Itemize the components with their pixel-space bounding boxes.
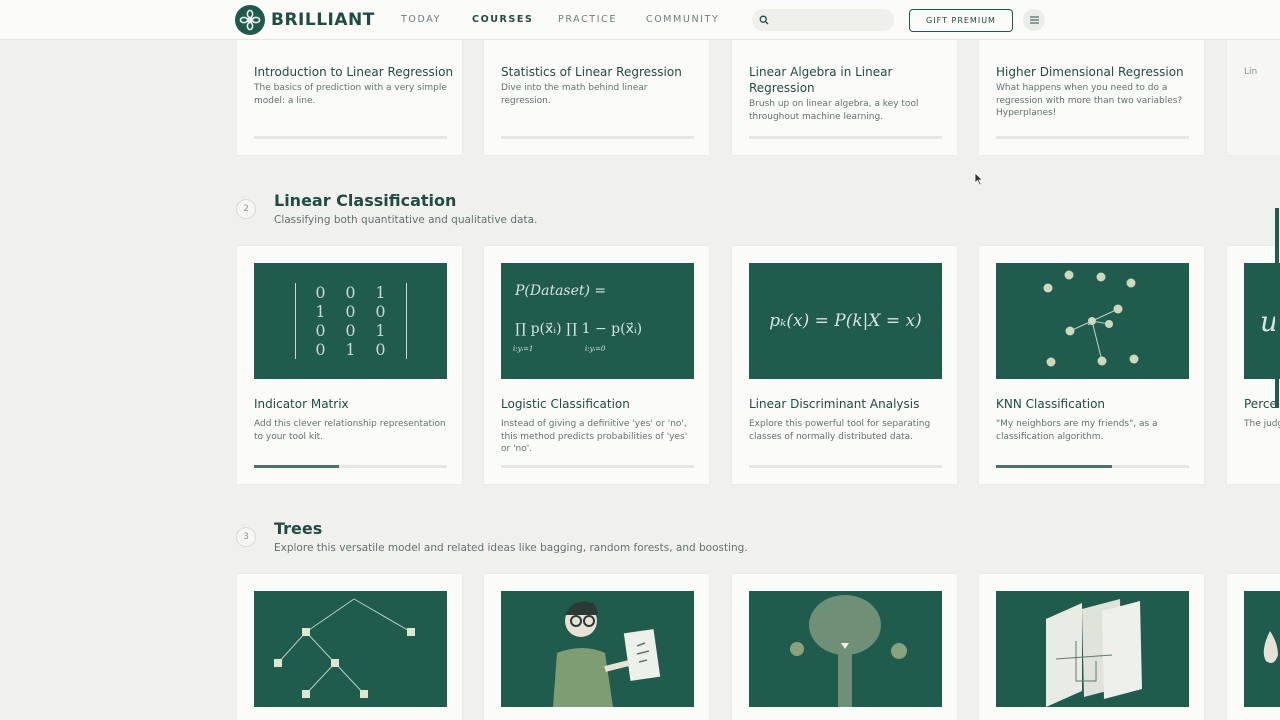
drop-illustration [1263,631,1278,663]
card-title: Statistics of Linear Regression [501,65,682,79]
course-card-partial-3[interactable] [1226,573,1280,720]
card-thumbnail: 001 100 001 010 [254,263,447,379]
nav-courses[interactable]: COURSES [472,14,533,25]
card-description: What happens when you need to do a regre… [996,83,1183,118]
card-thumbnail [1244,591,1280,707]
course-card-knn-classification[interactable]: KNN Classification "My neighbors are my … [978,245,1205,485]
card-progress [996,136,1189,139]
logo-icon [235,5,265,35]
nav-practice[interactable]: PRACTICE [558,14,617,25]
brand-logo[interactable]: BRILLIANT [235,5,375,35]
section-number: 2 [236,199,256,219]
card-description: The judg [1244,419,1280,429]
top-navigation: BRILLIANT TODAY COURSES PRACTICE COMMUNI… [0,0,1280,40]
section-subtitle: Classifying both quantitative and qualit… [274,214,538,226]
lda-formula: pₖ(x) = P(k|X = x) [769,311,922,331]
course-card-decision-trees[interactable] [236,573,463,720]
card-thumbnail [996,263,1189,379]
hamburger-icon [1029,16,1039,24]
card-progress [501,465,694,468]
card-progress [749,465,942,468]
nav-community[interactable]: COMMUNITY [646,14,719,25]
card-description: Instead of giving a definitive 'yes' or … [501,419,688,454]
course-card-indicator-matrix[interactable]: 001 100 001 010 Indicator Matrix Add thi… [236,245,463,485]
card-thumbnail [501,591,694,707]
nav-today[interactable]: TODAY [401,14,441,25]
card-description: The basics of prediction with a very sim… [254,83,447,106]
search-box[interactable] [752,9,894,31]
section-title: Trees [274,519,323,538]
card-title: Logistic Classification [501,397,630,411]
planes-illustration [1046,599,1142,707]
search-input[interactable] [774,14,889,26]
course-card-trees-person[interactable] [483,573,710,720]
section-title: Linear Classification [274,191,457,210]
knn-network-illustration [1043,270,1139,367]
card-thumbnail [749,591,942,707]
course-card-logistic-classification[interactable]: P(Dataset) = ∏ p(x⃗ᵢ) ∏ 1 − p(x⃗ᵢ) i:yᵢ=… [483,245,710,485]
course-card-boosting-planes[interactable] [978,573,1205,720]
course-card-perceptron-partial[interactable]: u Perce The judg [1226,245,1280,485]
section-number: 3 [236,527,256,547]
matrix-illustration: 001 100 001 010 [294,283,407,359]
mouse-cursor-icon [974,172,984,186]
formula-subscript-2: i:yᵢ=0 [585,345,606,353]
card-description: Brush up on linear algebra, a key tool t… [749,99,919,122]
menu-button[interactable] [1023,9,1045,31]
formula-line-2: ∏ p(x⃗ᵢ) ∏ 1 − p(x⃗ᵢ) [515,321,643,337]
card-progress [501,136,694,139]
formula-line-1: P(Dataset) = [515,283,607,299]
card-description: Dive into the math behind linear regress… [501,83,648,106]
card-title: Linear Discriminant Analysis [749,397,920,411]
card-title: KNN Classification [996,397,1106,411]
card-thumbnail: P(Dataset) = ∏ p(x⃗ᵢ) ∏ 1 − p(x⃗ᵢ) i:yᵢ=… [501,263,694,379]
person-illustration [553,601,661,707]
card-thumbnail [254,591,447,707]
card-progress [749,136,942,139]
gift-premium-button[interactable]: GIFT PREMIUM [909,9,1013,32]
section-subtitle: Explore this versatile model and related… [274,542,748,554]
card-thumbnail [996,591,1189,707]
card-description: Explore this powerful tool for separatin… [749,419,931,442]
course-card-random-forest[interactable] [731,573,958,720]
card-title: Introduction to Linear Regression [254,65,454,79]
tree-diagram-illustration [274,598,415,698]
carousel-edge-indicator [1275,208,1279,408]
card-title: Indicator Matrix [254,397,349,411]
tree-illustration [790,595,907,707]
card-title: Linear Algebra in Linear Regression [749,65,893,95]
card-progress [996,465,1189,468]
card-title: Higher Dimensional Regression [996,65,1184,79]
card-title: Lin [1244,67,1258,77]
card-description: Add this clever relationship representat… [254,419,446,442]
course-card-linear-discriminant-analysis[interactable]: pₖ(x) = P(k|X = x) Linear Discriminant A… [731,245,958,485]
card-description: "My neighbors are my friends", as a clas… [996,419,1158,442]
brand-name: BRILLIANT [271,10,375,30]
card-progress [254,465,447,468]
formula-subscript-1: i:yᵢ=1 [513,345,534,353]
card-thumbnail: pₖ(x) = P(k|X = x) [749,263,942,379]
search-icon [759,15,769,25]
card-progress [254,136,447,139]
